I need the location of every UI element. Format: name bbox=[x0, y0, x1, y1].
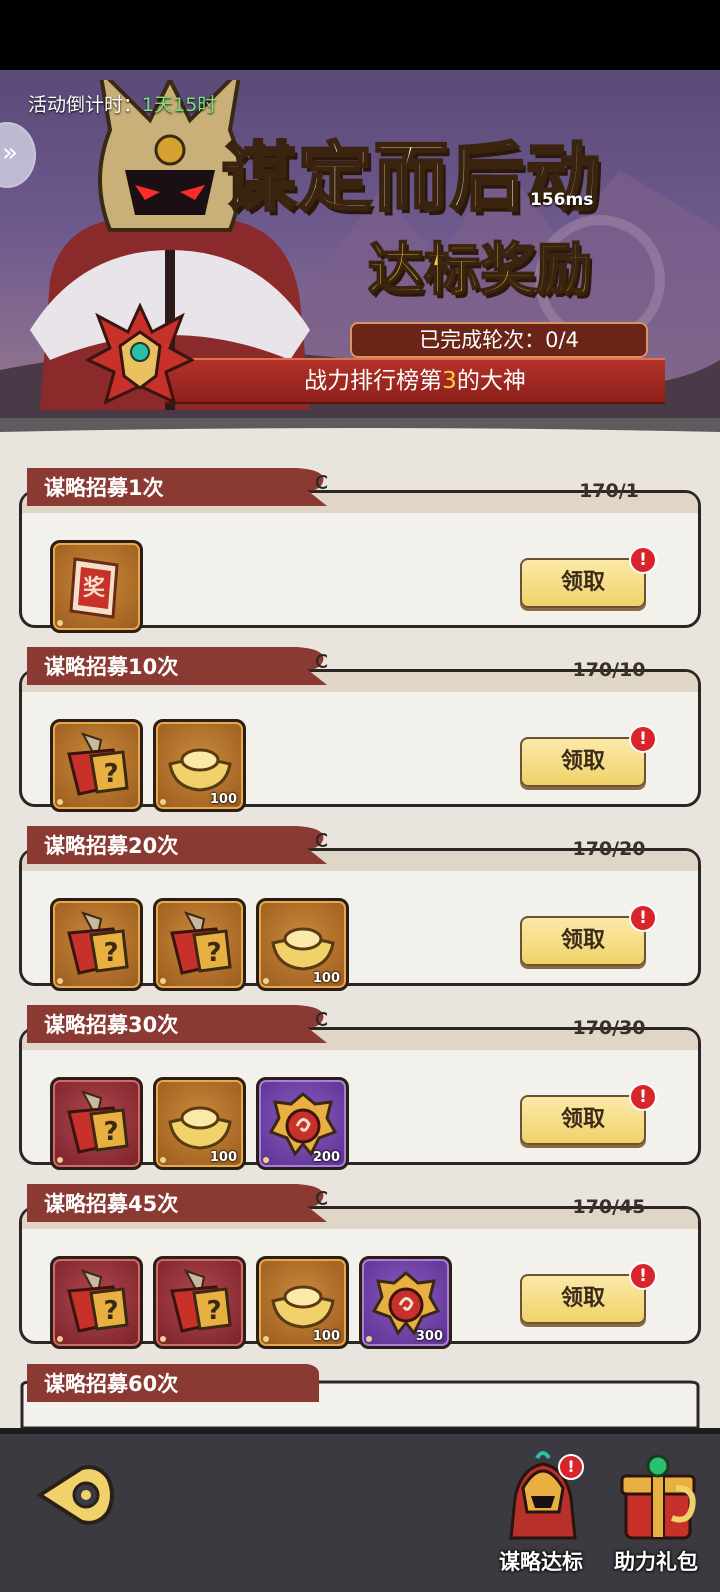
item-corner-dot bbox=[57, 1336, 63, 1342]
item-corner-dot bbox=[57, 978, 63, 984]
item-quantity: 200 bbox=[312, 1150, 340, 1165]
task-title: 谋略招募45次 bbox=[44, 1192, 179, 1216]
svg-text:?: ? bbox=[206, 1296, 221, 1326]
support-gift-label: 助力礼包 bbox=[614, 1550, 698, 1574]
status-bar bbox=[0, 0, 720, 70]
reward-item[interactable]: ? bbox=[50, 1256, 143, 1349]
item-corner-dot bbox=[263, 1157, 269, 1163]
reward-item[interactable]: 100 bbox=[256, 1256, 349, 1349]
task-progress: 170/20 bbox=[572, 838, 646, 860]
completed-rounds: 已完成轮次：0/4 bbox=[350, 322, 648, 358]
claim-button[interactable]: 领取 bbox=[520, 558, 646, 608]
countdown-label: 活动倒计时： bbox=[28, 94, 143, 116]
network-ping: 156ms bbox=[530, 190, 594, 210]
svg-text:?: ? bbox=[103, 1117, 118, 1147]
claim-alert-badge: ! bbox=[629, 725, 657, 753]
rank-number: 3 bbox=[442, 368, 457, 394]
reward-item[interactable]: ? bbox=[153, 898, 246, 991]
item-quantity: 100 bbox=[312, 1329, 340, 1344]
reward-item[interactable]: 100 bbox=[153, 1077, 246, 1170]
item-corner-dot bbox=[160, 1157, 166, 1163]
claim-alert-badge: ! bbox=[629, 1262, 657, 1290]
list-top-edge bbox=[0, 418, 720, 432]
task-title: 谋略招募30次 bbox=[44, 1013, 179, 1037]
item-corner-dot bbox=[57, 799, 63, 805]
svg-text:奖: 奖 bbox=[83, 575, 106, 601]
task-card: 谋略招募45次 170/45?? 100 300 领取! bbox=[19, 1184, 701, 1349]
item-corner-dot bbox=[160, 1336, 166, 1342]
svg-text:?: ? bbox=[103, 1296, 118, 1326]
reward-item[interactable]: ? bbox=[50, 719, 143, 812]
claim-button[interactable]: 领取 bbox=[520, 1095, 646, 1145]
support-gift-nav[interactable]: 助力礼包 bbox=[601, 1448, 711, 1588]
task-progress: 170/10 bbox=[572, 659, 646, 681]
reward-item[interactable]: 300 bbox=[359, 1256, 452, 1349]
task-card: 谋略招募30次 170/30? 100 200 领取! bbox=[19, 1005, 701, 1170]
reward-item[interactable]: 100 bbox=[256, 898, 349, 991]
strategy-alert-badge: ! bbox=[558, 1454, 584, 1480]
reward-item[interactable]: 奖 bbox=[50, 540, 143, 633]
task-list[interactable]: 谋略招募1次 170/1 奖领取! 谋略招募10次 170/10? 100 领取! 谋略招募2… bbox=[0, 418, 720, 1428]
event-banner: » 活动倒计时：1天15时 谋定而后动 156ms 达标奖励 已完成轮次：0/4… bbox=[0, 70, 720, 430]
reward-item[interactable]: 200 bbox=[256, 1077, 349, 1170]
task-title: 谋略招募1次 bbox=[44, 476, 164, 500]
countdown: 活动倒计时：1天15时 bbox=[28, 90, 216, 117]
item-corner-dot bbox=[160, 799, 166, 805]
task-title: 谋略招募20次 bbox=[44, 834, 179, 858]
reward-item[interactable]: ? bbox=[50, 898, 143, 991]
bottom-divider bbox=[0, 1428, 720, 1434]
rank-suffix: 的大神 bbox=[456, 368, 526, 394]
svg-text:?: ? bbox=[103, 938, 118, 968]
rank-emblem-icon bbox=[86, 302, 194, 405]
reward-item[interactable]: ? bbox=[50, 1077, 143, 1170]
claim-button[interactable]: 领取 bbox=[520, 1274, 646, 1324]
event-subtitle: 达标奖励 bbox=[367, 237, 593, 304]
item-quantity: 300 bbox=[415, 1329, 443, 1344]
svg-text:?: ? bbox=[206, 938, 221, 968]
item-corner-dot bbox=[57, 620, 63, 626]
reward-item[interactable]: 100 bbox=[153, 719, 246, 812]
item-corner-dot bbox=[263, 978, 269, 984]
task-progress: 170/1 bbox=[579, 480, 639, 502]
item-corner-dot bbox=[160, 978, 166, 984]
item-corner-dot bbox=[57, 1157, 63, 1163]
task-card: 谋略招募20次 170/20?? 100 领取! bbox=[19, 826, 701, 991]
rank-ribbon: 战力排行榜第3的大神 bbox=[165, 358, 665, 404]
item-quantity: 100 bbox=[209, 792, 237, 807]
claim-alert-badge: ! bbox=[629, 904, 657, 932]
task-card-partial: 谋略招募60次 bbox=[19, 1364, 701, 1428]
claim-button[interactable]: 领取 bbox=[520, 737, 646, 787]
strategy-target-label: 谋略达标 bbox=[499, 1550, 583, 1574]
item-quantity: 100 bbox=[209, 1150, 237, 1165]
task-progress: 170/30 bbox=[572, 1017, 646, 1039]
task-progress: 170/45 bbox=[572, 1196, 646, 1218]
task-title: 谋略招募10次 bbox=[44, 655, 179, 679]
bottom-nav: ! 谋略达标 助力礼包 bbox=[0, 1428, 720, 1592]
reward-item[interactable]: ? bbox=[153, 1256, 246, 1349]
task-title: 谋略招募60次 bbox=[44, 1372, 179, 1396]
strategy-target-nav[interactable]: ! 谋略达标 bbox=[486, 1448, 596, 1588]
double-chevron-icon: » bbox=[2, 138, 18, 168]
countdown-value: 1天15时 bbox=[142, 94, 217, 116]
task-card: 谋略招募1次 170/1 奖 领取! bbox=[19, 468, 701, 633]
svg-text:?: ? bbox=[103, 759, 118, 789]
rank-prefix: 战力排行榜第 bbox=[304, 368, 443, 394]
claim-alert-badge: ! bbox=[629, 546, 657, 574]
claim-alert-badge: ! bbox=[629, 1083, 657, 1111]
item-quantity: 100 bbox=[312, 971, 340, 986]
task-card: 谋略招募10次 170/10? 100 领取! bbox=[19, 647, 701, 812]
claim-button[interactable]: 领取 bbox=[520, 916, 646, 966]
item-corner-dot bbox=[263, 1336, 269, 1342]
back-arrow-icon[interactable] bbox=[36, 1464, 116, 1526]
gift-box-icon bbox=[620, 1454, 696, 1540]
item-corner-dot bbox=[366, 1336, 372, 1342]
